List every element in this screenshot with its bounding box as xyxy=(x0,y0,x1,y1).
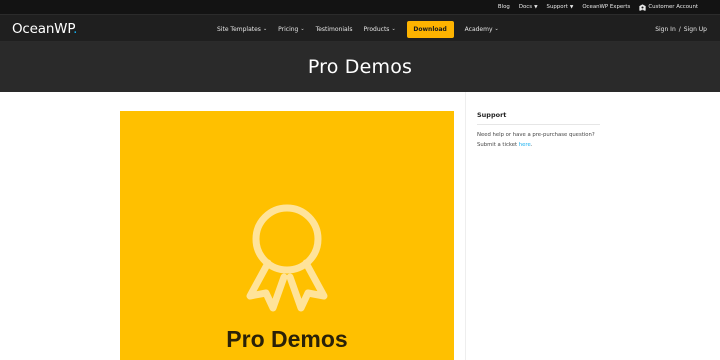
chevron-down-icon: ⌄ xyxy=(262,26,268,32)
nav-item-label: Testimonials xyxy=(315,25,353,33)
award-ribbon-icon xyxy=(246,204,328,312)
topbar-customer-account[interactable]: Customer Account xyxy=(639,3,698,11)
nav-item-testimonials[interactable]: Testimonials xyxy=(316,26,353,33)
logo-dot: . xyxy=(73,21,78,37)
topbar-link-blog[interactable]: Blog xyxy=(498,4,510,10)
nav-item-products[interactable]: Products ⌄ xyxy=(364,26,396,33)
account-link-label: Customer Account xyxy=(648,4,698,10)
sidebar-text-period: . xyxy=(530,141,533,148)
nav-item-label: Site Templates xyxy=(217,25,261,33)
nav-item-pricing[interactable]: Pricing ⌄ xyxy=(278,26,304,33)
sidebar-title: Support xyxy=(477,111,600,125)
sidebar-text-line1: Need help or have a pre-purchase questio… xyxy=(477,132,595,138)
topbar-link-experts[interactable]: OceanWP Experts xyxy=(582,4,630,10)
topbar-link-docs[interactable]: Docs ▼ xyxy=(519,4,538,10)
chevron-down-icon: ⌄ xyxy=(494,26,499,32)
auth-links: Sign In / Sign Up xyxy=(655,15,707,43)
nav-item-label: Products xyxy=(363,25,390,33)
logo-text: OceanWP xyxy=(12,21,74,37)
sidebar-support: Support Need help or have a pre-purchase… xyxy=(477,111,600,150)
download-button[interactable]: Download xyxy=(406,20,454,38)
chevron-down-icon: ▼ xyxy=(569,4,574,10)
topbar-link-label: Docs xyxy=(518,4,533,10)
sidebar-text: Need help or have a pre-purchase questio… xyxy=(477,131,600,150)
auth-separator: / xyxy=(678,25,681,33)
pro-demos-card[interactable]: Pro Demos xyxy=(120,111,454,360)
nav-item-academy[interactable]: Academy ⌄ xyxy=(465,26,499,33)
page-title: Pro Demos xyxy=(307,56,413,78)
top-utility-bar: Blog Docs ▼ Support ▼ OceanWP Experts Cu… xyxy=(0,0,720,14)
account-icon xyxy=(639,3,646,11)
site-logo[interactable]: OceanWP. xyxy=(12,21,77,37)
topbar-link-label: Blog xyxy=(497,4,510,10)
chevron-down-icon: ⌄ xyxy=(300,26,305,32)
nav-item-label: Academy xyxy=(464,25,493,33)
sign-up-link[interactable]: Sign Up xyxy=(684,26,707,33)
nav-item-label: Pricing xyxy=(278,25,299,33)
support-ticket-link[interactable]: here xyxy=(519,142,531,148)
card-title: Pro Demos xyxy=(226,326,348,352)
sidebar-text-line2: Submit a ticket xyxy=(477,141,518,148)
topbar-link-support[interactable]: Support ▼ xyxy=(547,4,574,10)
chevron-down-icon: ▼ xyxy=(534,4,538,10)
main-navigation: OceanWP. Site Templates ⌄ Pricing ⌄ Test… xyxy=(0,14,720,42)
sign-in-link[interactable]: Sign In xyxy=(655,26,676,33)
content-divider xyxy=(465,92,466,360)
chevron-down-icon: ⌄ xyxy=(391,26,396,32)
topbar-link-label: OceanWP Experts xyxy=(582,4,631,10)
nav-item-site-templates[interactable]: Site Templates ⌄ xyxy=(217,26,267,33)
page-hero: Pro Demos xyxy=(0,42,720,92)
primary-menu: Site Templates ⌄ Pricing ⌄ Testimonials … xyxy=(217,15,499,43)
topbar-link-label: Support xyxy=(546,4,568,10)
